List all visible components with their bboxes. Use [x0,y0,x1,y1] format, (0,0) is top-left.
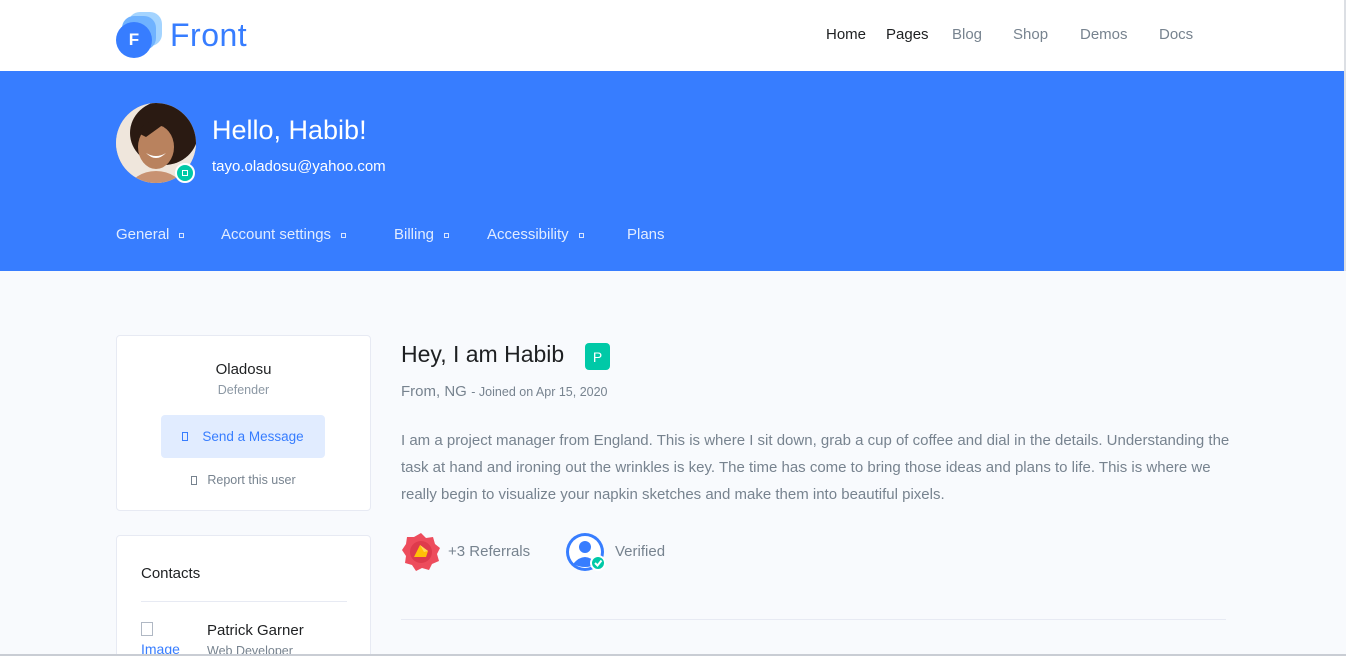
pro-badge: P [585,343,610,370]
contact-avatar-broken-image[interactable]: Image [141,619,187,656]
nav-docs[interactable]: Docs [1159,26,1193,43]
tab-billing[interactable]: Billing [394,226,450,243]
chevron-down-icon [179,233,185,238]
tab-plans[interactable]: Plans [627,226,665,243]
message-icon [182,432,189,441]
send-message-button[interactable]: Send a Message [161,415,325,458]
divider [141,601,347,602]
tab-account-settings[interactable]: Account settings [221,226,347,243]
referral-badge-icon [402,533,440,571]
nav-home[interactable]: Home [826,26,866,43]
badge-row: +3 Referrals Verified [401,532,801,572]
flag-icon [191,475,198,485]
top-navbar: F Front Home Pages Blog Shop Demos Docs [0,0,1346,71]
location-line: From, NG - Joined on Apr 15, 2020 [401,383,608,401]
online-status-icon [175,163,195,183]
profile-card: Oladosu Defender Send a Message Report t… [116,335,371,511]
profile-tabs: General Account settings Billing Accessi… [0,226,1344,248]
referrals-count: +3 Referrals [448,543,531,560]
user-email: tayo.oladosu@yahoo.com [212,158,386,175]
report-user-link[interactable]: Report this user [117,473,370,487]
nav-pages[interactable]: Pages [886,26,929,43]
nav-shop[interactable]: Shop [1013,26,1048,43]
nav-blog[interactable]: Blog [952,26,982,43]
contact-name[interactable]: Patrick Garner [207,622,304,639]
tab-general[interactable]: General [116,226,185,243]
greeting-heading: Hello, Habib! [212,115,367,145]
contacts-title: Contacts [141,565,201,582]
chevron-down-icon [341,233,347,238]
joined-date: - Joined on Apr 15, 2020 [471,385,608,399]
divider [401,619,1226,620]
profile-role: Defender [217,383,270,397]
profile-hero: Hello, Habib! tayo.oladosu@yahoo.com Gen… [0,71,1346,271]
contacts-card: Contacts Image Patrick Garner Web Develo… [116,535,371,656]
about-heading: Hey, I am Habib [401,341,565,367]
profile-name: Oladosu [215,361,272,378]
nav-demos[interactable]: Demos [1080,26,1128,43]
verified-user-icon [566,533,606,571]
broken-image-icon [141,622,153,636]
verified-label: Verified [615,543,666,560]
bio-text: I am a project manager from England. Thi… [401,432,1230,503]
location: From, NG [401,383,467,400]
tab-accessibility[interactable]: Accessibility [487,226,584,243]
chevron-down-icon [578,233,584,238]
main-nav: Home Pages Blog Shop Demos Docs [0,26,1344,46]
chevron-down-icon [444,233,450,238]
